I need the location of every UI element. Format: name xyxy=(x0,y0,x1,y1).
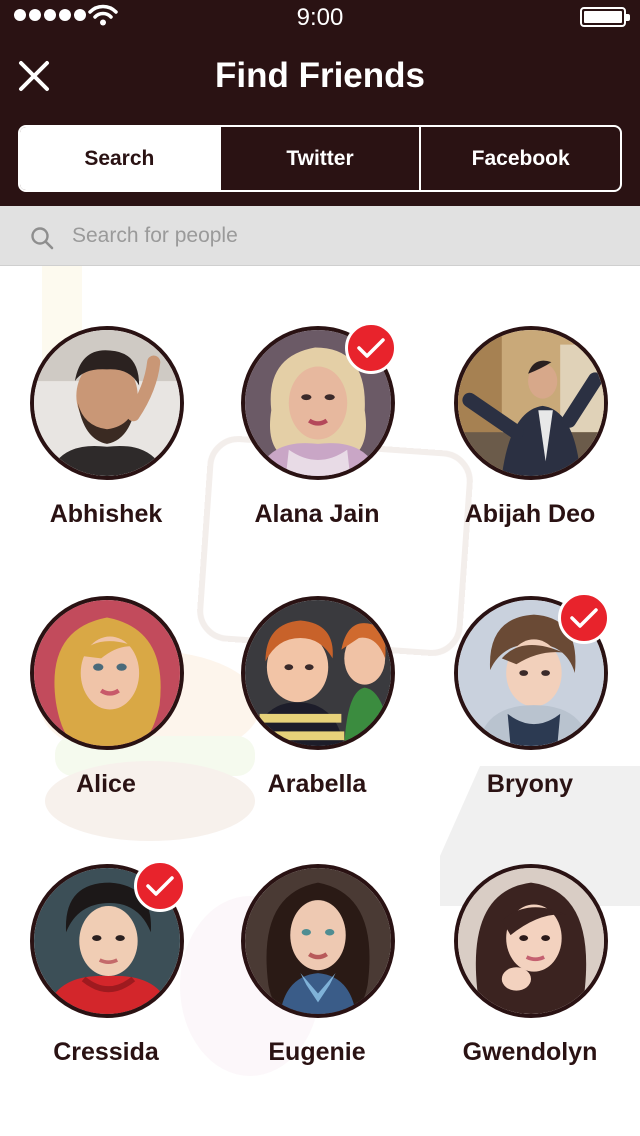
avatar xyxy=(454,864,608,1018)
page-title: Find Friends xyxy=(215,56,425,95)
battery-icon xyxy=(580,7,630,27)
friend-name: Alana Jain xyxy=(254,500,380,528)
friend-name: Abhishek xyxy=(49,500,163,528)
app-header: 9:00 Find Friends Search Twitter Faceboo… xyxy=(0,0,640,206)
status-bar: 9:00 xyxy=(0,0,640,40)
friend-name: Gwendolyn xyxy=(462,1038,598,1066)
friend-name: Alice xyxy=(76,770,136,798)
tab-search[interactable]: Search xyxy=(20,127,219,190)
tab-twitter[interactable]: Twitter xyxy=(218,127,420,190)
friend-name: Bryony xyxy=(486,770,574,798)
friend-name: Cressida xyxy=(53,1038,159,1066)
selected-check-icon xyxy=(134,860,186,912)
source-tabs: Search Twitter Facebook xyxy=(18,125,622,192)
friend-name: Eugenie xyxy=(268,1038,366,1066)
search-input[interactable] xyxy=(64,208,624,264)
avatar xyxy=(454,326,608,480)
tab-facebook[interactable]: Facebook xyxy=(419,127,620,190)
selected-check-icon xyxy=(345,322,397,374)
avatar xyxy=(30,596,184,750)
search-icon xyxy=(31,227,54,250)
status-time: 9:00 xyxy=(296,4,344,31)
avatar xyxy=(241,596,395,750)
avatar xyxy=(30,326,184,480)
avatar xyxy=(241,864,395,1018)
friend-name: Arabella xyxy=(267,770,367,798)
selected-check-icon xyxy=(558,592,610,644)
friend-name: Abijah Deo xyxy=(464,500,596,528)
